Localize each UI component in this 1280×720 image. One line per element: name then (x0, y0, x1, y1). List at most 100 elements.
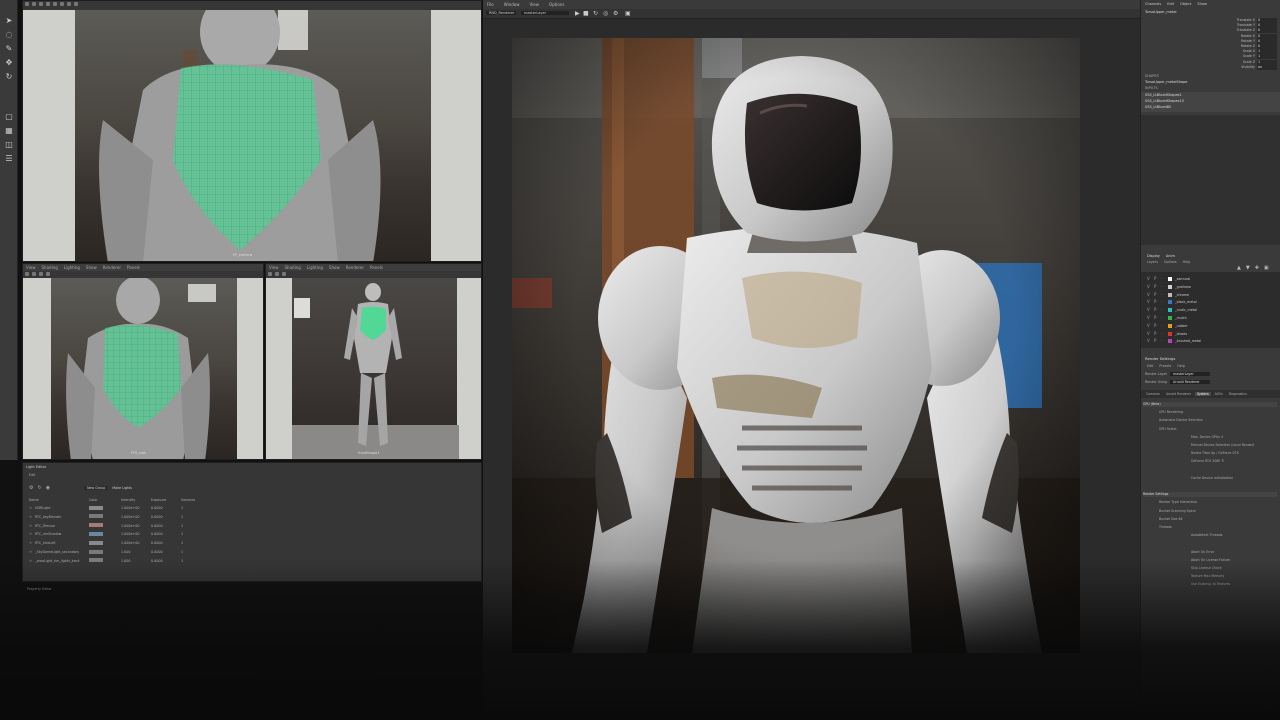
render-tab-aovs[interactable]: AOVs (1213, 392, 1225, 396)
toolbar-shadows-icon[interactable] (67, 2, 71, 6)
light-intensity-field[interactable]: 1.000 (121, 550, 151, 554)
light-intensity-field[interactable]: 1.000e+00 (121, 506, 151, 510)
layout-single-icon[interactable]: ▢ (3, 110, 15, 122)
render-tab-diagnostics[interactable]: Diagnostics (1227, 392, 1249, 396)
toolbar-textured-icon[interactable] (53, 2, 57, 6)
render-refresh-icon[interactable]: ↻ (593, 10, 598, 17)
render-stop-icon[interactable]: ■ (583, 10, 589, 17)
light-samples-field[interactable]: 1 (181, 515, 211, 519)
toolbar-camera-icon[interactable] (25, 2, 29, 6)
light-editor-menu-edit[interactable]: Edit (29, 473, 35, 477)
playback-toggle-icon[interactable]: P (1154, 300, 1158, 304)
toolbar-grid-icon[interactable] (275, 272, 279, 276)
layer-row[interactable]: V P · _rubber (1147, 323, 1267, 329)
visibility-toggle-icon[interactable]: V (1147, 331, 1151, 336)
display-type-icon[interactable]: · (1161, 277, 1165, 281)
light-color-field[interactable] (89, 505, 121, 511)
render-layer-dropdown[interactable]: masterLayer (521, 11, 569, 15)
tab-anim[interactable]: Anim (1166, 254, 1175, 258)
light-exposure-field[interactable]: 0.0000 (151, 559, 181, 563)
panel-menu-shading[interactable]: Shading (285, 265, 301, 270)
layer-color-swatch[interactable] (1168, 316, 1172, 320)
light-exposure-field[interactable]: 0.0000 (151, 506, 181, 510)
render-image[interactable] (512, 38, 1080, 653)
playback-toggle-icon[interactable]: P (1154, 308, 1158, 312)
light-intensity-field[interactable]: 1.000 (121, 559, 151, 563)
render-settings-menu-edit[interactable]: Edit (1147, 364, 1153, 368)
settings-option[interactable]: Nvidia Titan Xp / GeForce GTX (1191, 451, 1239, 456)
render-tab-arnold[interactable]: Arnold Renderer (1164, 392, 1193, 396)
playback-toggle-icon[interactable]: P (1154, 292, 1158, 297)
channel-menu-edit[interactable]: Edit (1167, 2, 1174, 6)
light-row[interactable]: ☼ HDRLight 1.000e+00 0.0000 1 (29, 505, 469, 511)
rotate-tool-icon[interactable]: ↻ (3, 70, 15, 82)
channel-menu-channels[interactable]: Channels (1145, 2, 1161, 6)
settings-option[interactable]: Render Type Interactive (1159, 500, 1197, 505)
display-type-icon[interactable]: · (1161, 284, 1165, 289)
panel-menu-panels[interactable]: Panels (370, 265, 383, 270)
select-tool-icon[interactable]: ➤ (3, 14, 15, 26)
light-intensity-field[interactable]: 1.000e+00 (121, 541, 151, 545)
settings-option[interactable]: Bucket Size 64 (1159, 517, 1183, 522)
viewport-front[interactable]: View Shading Lighting Show Renderer Pane… (265, 263, 482, 460)
layers-menu-options[interactable]: Options (1164, 260, 1177, 264)
settings-option[interactable]: Use Existing .tx Textures (1191, 582, 1230, 587)
layer-down-icon[interactable]: ▼ (1246, 265, 1250, 271)
render-play-icon[interactable]: ▶ (575, 10, 580, 17)
display-type-icon[interactable]: · (1161, 300, 1165, 304)
layers-menu-layers[interactable]: Layers (1147, 260, 1158, 264)
new-layer-icon[interactable]: ✚ (1255, 265, 1259, 271)
lasso-tool-icon[interactable]: ◌ (3, 28, 15, 40)
settings-option[interactable]: Manual Device Selection (Local Render) (1191, 443, 1254, 448)
layer-color-swatch[interactable] (1168, 331, 1172, 336)
render-using-select[interactable]: Arnold Renderer (1170, 380, 1211, 384)
light-editor-solo-icon[interactable]: ◉ (46, 485, 50, 491)
settings-option[interactable]: Threads (1159, 525, 1172, 530)
channel-menu-show[interactable]: Show (1197, 2, 1206, 6)
toolbar-grid-icon[interactable] (32, 272, 36, 276)
settings-option[interactable]: Max. Device GPUs 4 (1191, 435, 1223, 440)
viewport-main[interactable]: FF_camera (22, 0, 482, 262)
panel-menu-show[interactable]: Show (329, 265, 340, 270)
playback-toggle-icon[interactable]: P (1154, 316, 1158, 320)
attribute-value-field[interactable]: on (1257, 64, 1277, 70)
light-color-field[interactable] (89, 531, 121, 537)
display-type-icon[interactable]: · (1161, 292, 1165, 297)
toolbar-wireframe-icon[interactable] (39, 2, 43, 6)
toolbar-smooth-icon[interactable] (46, 272, 50, 276)
visibility-toggle-icon[interactable]: V (1147, 284, 1151, 289)
display-type-icon[interactable]: · (1161, 331, 1165, 336)
display-type-icon[interactable]: · (1161, 339, 1165, 343)
render-menu-window[interactable]: Window (504, 2, 520, 7)
light-color-field[interactable] (89, 558, 121, 563)
playback-toggle-icon[interactable]: P (1154, 323, 1158, 328)
settings-option[interactable]: Bucket Scanning Spiral (1159, 509, 1196, 514)
light-exposure-field[interactable]: 0.0000 (151, 550, 181, 554)
light-editor-settings-icon[interactable]: ⚙ (29, 485, 33, 491)
settings-option[interactable]: Cache Device Initialization (1191, 476, 1233, 481)
toolbar-xray-icon[interactable] (74, 2, 78, 6)
toolbar-lights-icon[interactable] (60, 2, 64, 6)
panel-menu-show[interactable]: Show (86, 265, 97, 270)
panel-menu-renderer[interactable]: Renderer (103, 265, 121, 270)
render-menu-view[interactable]: View (529, 2, 539, 7)
settings-option[interactable]: Abort On Error (1191, 550, 1214, 555)
settings-option[interactable]: Automatic Device Selection (1159, 418, 1203, 423)
layout-split-icon[interactable]: ◫ (3, 138, 15, 150)
layers-menu-help[interactable]: Help (1183, 260, 1191, 264)
light-row[interactable]: ☼ _areaLight_rim_lights_back 1.000 0.0000 1 (29, 558, 469, 564)
channel-menu-object[interactable]: Object (1180, 2, 1191, 6)
light-exposure-field[interactable]: 0.0000 (151, 532, 181, 536)
layer-color-swatch[interactable] (1168, 300, 1172, 305)
light-exposure-field[interactable]: 0.0000 (151, 541, 181, 545)
visibility-toggle-icon[interactable]: V (1147, 316, 1151, 320)
light-intensity-field[interactable]: 1.000e+00 (121, 532, 151, 536)
light-color-field[interactable] (89, 549, 121, 555)
light-editor-refresh-icon[interactable]: ↻ (37, 485, 41, 491)
settings-option[interactable]: GPU Select (1159, 427, 1177, 432)
input-item[interactable]: SSS_LtBlued80 (1145, 105, 1171, 109)
playback-toggle-icon[interactable]: P (1154, 331, 1158, 336)
light-row[interactable]: ☼ RTC_kickLeft 1.000e+00 0.0000 1 (29, 540, 469, 546)
layer-color-swatch[interactable] (1168, 292, 1172, 297)
render-tab-system[interactable]: System (1195, 392, 1211, 396)
